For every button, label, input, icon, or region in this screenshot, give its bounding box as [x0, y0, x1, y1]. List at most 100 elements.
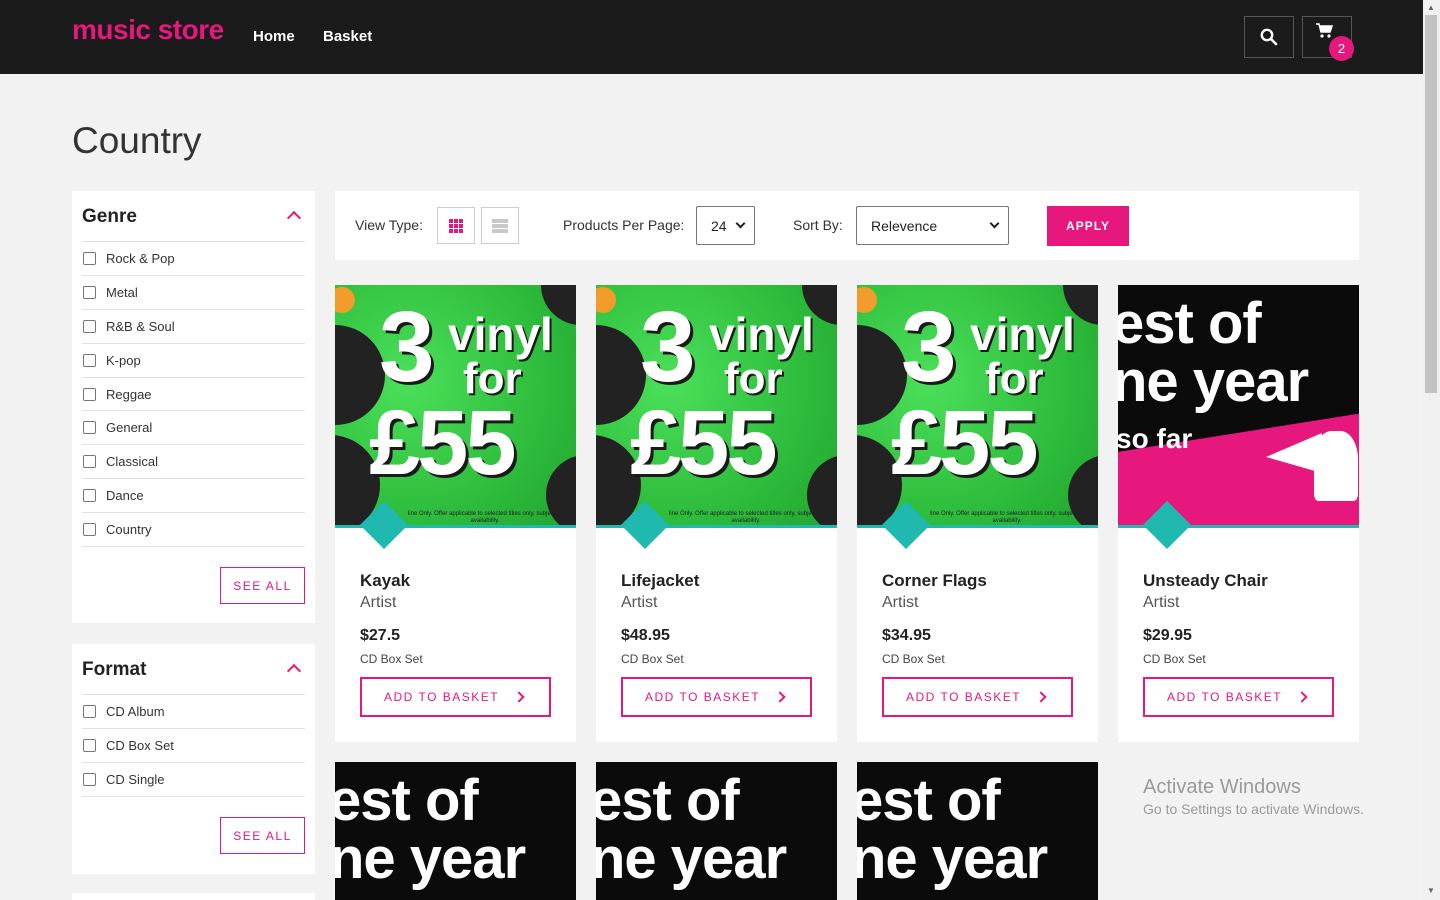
sort-by-select[interactable]: Relevence: [856, 206, 1009, 245]
filter-option-rock-pop[interactable]: Rock & Pop: [82, 241, 305, 275]
checkbox[interactable]: [83, 252, 96, 265]
promo-text: vinyl: [970, 308, 1075, 360]
grid-icon: [449, 218, 463, 233]
checkbox[interactable]: [83, 421, 96, 434]
per-page-select[interactable]: 24: [696, 206, 755, 245]
add-to-basket-button[interactable]: ADD TO BASKET: [360, 677, 551, 717]
product-title[interactable]: Corner Flags: [882, 571, 987, 591]
checkbox[interactable]: [83, 523, 96, 536]
scroll-down-icon[interactable]: ▼: [1427, 886, 1435, 895]
product-format: CD Box Set: [1143, 652, 1206, 666]
product-title[interactable]: Unsteady Chair: [1143, 571, 1268, 591]
cart-icon: [1316, 23, 1333, 38]
chevron-down-icon: [989, 218, 1000, 229]
page-scrollbar[interactable]: ▲ ▼: [1423, 0, 1440, 900]
filter-option-cd-single[interactable]: CD Single: [82, 762, 305, 796]
product-image[interactable]: est of ne year: [596, 762, 837, 900]
filter-option-general[interactable]: General: [82, 410, 305, 444]
top-navbar: music store Home Basket: [0, 0, 1423, 74]
product-image[interactable]: 3 vinyl for £55 line Only. Offer applica…: [596, 285, 837, 526]
product-title[interactable]: Kayak: [360, 571, 410, 591]
genre-filter-panel: Genre Rock & Pop Metal R&B & Soul K-pop …: [72, 191, 315, 623]
list-view-button[interactable]: [481, 207, 519, 244]
search-icon: [1260, 28, 1278, 46]
add-to-basket-label: ADD TO BASKET: [645, 690, 761, 704]
filter-option-cd-album[interactable]: CD Album: [82, 694, 305, 728]
nav-basket-link[interactable]: Basket: [323, 28, 372, 45]
promo-text: est of: [596, 768, 740, 833]
filter-option-label: K-pop: [106, 353, 141, 368]
add-to-basket-button[interactable]: ADD TO BASKET: [621, 677, 812, 717]
product-image[interactable]: est of ne year: [335, 762, 576, 900]
checkbox[interactable]: [83, 705, 96, 718]
product-image[interactable]: 3 vinyl for £55 line Only. Offer applica…: [857, 285, 1098, 526]
product-artist: Artist: [360, 594, 397, 611]
product-image[interactable]: 3 vinyl for £55 line Only. Offer applica…: [335, 285, 576, 526]
product-toolbar: View Type: Products Per Page: 24 Sort By…: [335, 191, 1359, 260]
promo-text: ne year: [1118, 349, 1309, 414]
checkbox[interactable]: [83, 388, 96, 401]
promo-fine-print: line Only. Offer applicable to selected …: [668, 511, 824, 524]
promo-text: vinyl: [709, 308, 814, 360]
scrollbar-thumb[interactable]: [1425, 15, 1437, 393]
filter-option-label: Country: [106, 522, 152, 537]
product-card[interactable]: 3 vinyl for £55 line Only. Offer applica…: [857, 285, 1098, 742]
filter-option-label: Dance: [106, 488, 144, 503]
promo-text: ne year: [335, 826, 526, 891]
grid-view-button[interactable]: [437, 207, 475, 244]
windows-activation-watermark: Activate Windows Go to Settings to activ…: [1143, 776, 1364, 817]
product-image[interactable]: est of ne year so far: [1118, 285, 1359, 526]
view-type-label: View Type:: [355, 217, 423, 233]
chevron-right-icon: [1296, 691, 1308, 703]
product-card[interactable]: est of ne year: [335, 762, 576, 900]
filter-option-dance[interactable]: Dance: [82, 478, 305, 512]
checkbox[interactable]: [83, 320, 96, 333]
product-card[interactable]: est of ne year: [596, 762, 837, 900]
format-see-all-button[interactable]: SEE ALL: [220, 817, 305, 854]
add-to-basket-button[interactable]: ADD TO BASKET: [1143, 677, 1334, 717]
filter-option-classical[interactable]: Classical: [82, 444, 305, 478]
product-price: $34.95: [882, 627, 931, 644]
apply-button[interactable]: APPLY: [1047, 206, 1129, 246]
add-to-basket-label: ADD TO BASKET: [906, 690, 1022, 704]
chevron-right-icon: [1035, 691, 1047, 703]
search-button[interactable]: [1244, 16, 1294, 58]
brand-logo[interactable]: music store: [72, 14, 224, 46]
promo-text: ne year: [596, 826, 787, 891]
product-card[interactable]: 3 vinyl for £55 line Only. Offer applica…: [596, 285, 837, 742]
checkbox[interactable]: [83, 773, 96, 786]
product-title[interactable]: Lifejacket: [621, 571, 699, 591]
filter-option-label: General: [106, 420, 153, 435]
filter-option-kpop[interactable]: K-pop: [82, 343, 305, 377]
chevron-up-icon[interactable]: [286, 210, 302, 226]
product-card[interactable]: est of ne year: [857, 762, 1098, 900]
product-image[interactable]: est of ne year: [857, 762, 1098, 900]
product-card[interactable]: est of ne year so far Unsteady Chair Art…: [1118, 285, 1359, 742]
checkbox[interactable]: [83, 739, 96, 752]
format-filter-title: Format: [82, 659, 147, 680]
filter-option-cd-box-set[interactable]: CD Box Set: [82, 728, 305, 762]
filter-option-reggae[interactable]: Reggae: [82, 377, 305, 411]
next-filter-panel: [72, 893, 315, 900]
per-page-value: 24: [711, 217, 727, 234]
filter-option-metal[interactable]: Metal: [82, 275, 305, 309]
filter-option-label: CD Single: [106, 772, 165, 787]
checkbox[interactable]: [83, 354, 96, 367]
add-to-basket-label: ADD TO BASKET: [1167, 690, 1283, 704]
checkbox[interactable]: [83, 489, 96, 502]
product-artist: Artist: [621, 594, 658, 611]
product-card[interactable]: 3 vinyl for £55 line Only. Offer applica…: [335, 285, 576, 742]
chevron-up-icon[interactable]: [286, 663, 302, 679]
watermark-subtitle: Go to Settings to activate Windows.: [1143, 801, 1364, 817]
genre-see-all-button[interactable]: SEE ALL: [220, 567, 305, 604]
promo-text: est of: [857, 768, 1001, 833]
nav-home-link[interactable]: Home: [253, 28, 295, 45]
filter-option-rnb-soul[interactable]: R&B & Soul: [82, 309, 305, 343]
checkbox[interactable]: [83, 286, 96, 299]
add-to-basket-button[interactable]: ADD TO BASKET: [882, 677, 1073, 717]
filter-option-country[interactable]: Country: [82, 512, 305, 546]
checkbox[interactable]: [83, 455, 96, 468]
scroll-up-icon[interactable]: ▲: [1427, 3, 1435, 12]
product-price: $29.95: [1143, 627, 1192, 644]
filter-option-label: R&B & Soul: [106, 319, 175, 334]
